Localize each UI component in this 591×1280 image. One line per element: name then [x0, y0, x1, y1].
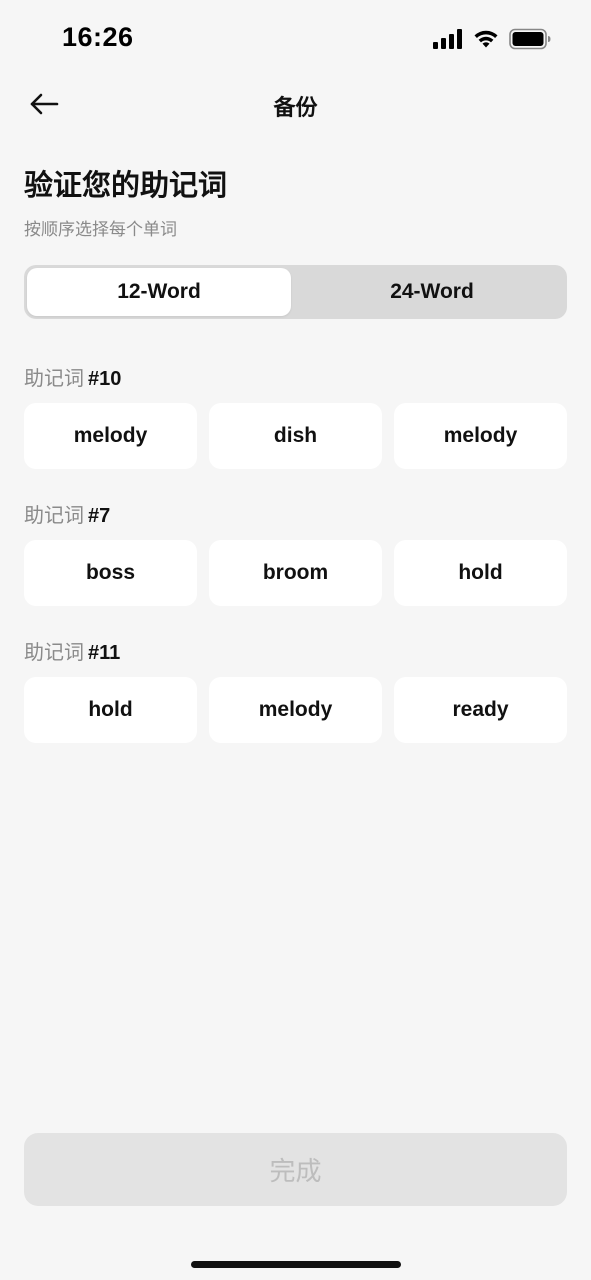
segment-24-word[interactable]: 24-Word: [300, 268, 564, 316]
nav-bar: 备份: [0, 80, 591, 130]
word-option[interactable]: boss: [24, 540, 197, 606]
cellular-signal-icon: [433, 29, 463, 54]
word-options: boss broom hold: [24, 540, 567, 606]
battery-icon: [509, 28, 551, 55]
page-subtitle: 按顺序选择每个单词: [24, 220, 177, 239]
word-option[interactable]: broom: [209, 540, 382, 606]
word-option[interactable]: melody: [209, 677, 382, 743]
mnemonic-group-10: 助记词 #10 melody dish melody: [24, 364, 567, 469]
mnemonic-group-label: 助记词 #10: [24, 364, 567, 394]
word-count-segmented-control: 12-Word 24-Word: [24, 265, 567, 319]
mnemonic-label-text: 助记词: [24, 368, 84, 390]
home-indicator: [191, 1261, 401, 1268]
wifi-icon: [473, 29, 499, 54]
mnemonic-label-text: 助记词: [24, 642, 84, 664]
word-option[interactable]: melody: [394, 403, 567, 469]
mnemonic-group-7: 助记词 #7 boss broom hold: [24, 501, 567, 606]
word-option[interactable]: hold: [394, 540, 567, 606]
page-title: 验证您的助记词: [24, 170, 228, 202]
word-options: hold melody ready: [24, 677, 567, 743]
segment-12-word[interactable]: 12-Word: [27, 268, 291, 316]
mnemonic-label-text: 助记词: [24, 505, 84, 527]
nav-title: 备份: [273, 95, 318, 120]
status-icons: [433, 28, 551, 55]
word-option[interactable]: dish: [209, 403, 382, 469]
word-option[interactable]: ready: [394, 677, 567, 743]
mnemonic-index: #10: [88, 368, 122, 390]
word-option[interactable]: hold: [24, 677, 197, 743]
mnemonic-group-label: 助记词 #11: [24, 638, 567, 668]
mnemonic-index: #7: [88, 505, 111, 527]
done-button[interactable]: 完成: [24, 1133, 567, 1206]
mnemonic-group-label: 助记词 #7: [24, 501, 567, 531]
status-time: 16:26: [62, 22, 134, 52]
word-options: melody dish melody: [24, 403, 567, 469]
mnemonic-group-11: 助记词 #11 hold melody ready: [24, 638, 567, 743]
status-bar: 16:26: [0, 0, 591, 80]
mnemonic-index: #11: [88, 642, 121, 664]
word-option[interactable]: melody: [24, 403, 197, 469]
